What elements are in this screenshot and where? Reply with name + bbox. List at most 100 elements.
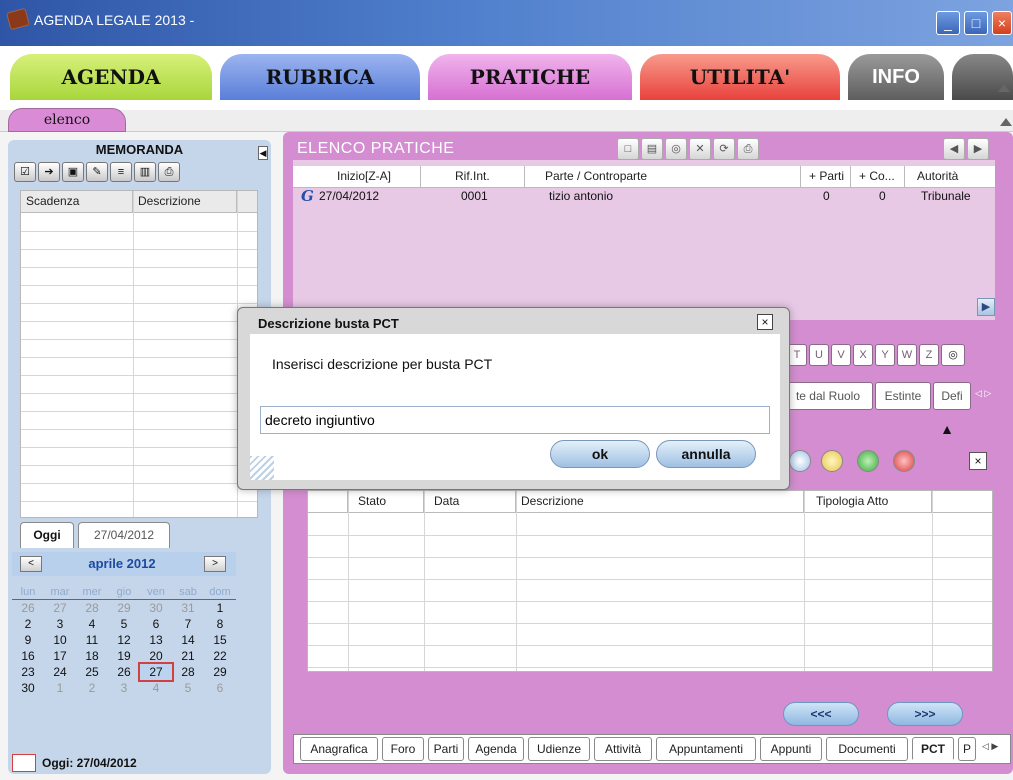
next-month-button[interactable]: >	[204, 556, 226, 572]
minimize-button[interactable]: _	[936, 11, 960, 35]
prev-month-button[interactable]: <	[20, 556, 42, 572]
calendar-day[interactable]: 30	[12, 680, 44, 696]
col-rifint[interactable]: Rif.Int.	[421, 166, 525, 187]
next-arrow-icon[interactable]: ▶	[967, 138, 989, 160]
letter-v[interactable]: V	[831, 344, 851, 366]
folder-icon[interactable]	[821, 450, 843, 472]
tab-date[interactable]: 27/04/2012	[78, 522, 170, 548]
row-autorita[interactable]: Tribunale	[921, 186, 971, 206]
tab-rimosse-dal-ruolo[interactable]: te dal Ruolo	[783, 382, 873, 410]
calendar-day[interactable]: 16	[12, 648, 44, 664]
print-icon[interactable]: ⎙	[737, 138, 759, 160]
calendar-day[interactable]: 5	[108, 616, 140, 632]
calendar-day[interactable]: 2	[12, 616, 44, 632]
tab-elenco[interactable]: elenco	[8, 108, 126, 132]
row-co[interactable]: 0	[879, 186, 886, 206]
edit-icon[interactable]: ✎	[86, 162, 108, 182]
tab-pct[interactable]: PCT	[912, 737, 954, 761]
calendar-day[interactable]: 28	[172, 664, 204, 680]
calendar-day[interactable]: 11	[76, 632, 108, 648]
col-tipologia-atto[interactable]: Tipologia Atto	[804, 491, 932, 512]
calendar-day[interactable]: 17	[44, 648, 76, 664]
arrow-right-icon[interactable]: ➔	[38, 162, 60, 182]
refresh-icon[interactable]: ⟳	[713, 138, 735, 160]
check-icon[interactable]: ☑	[14, 162, 36, 182]
calendar-day[interactable]: 3	[44, 616, 76, 632]
col-autorita[interactable]: Autorità	[905, 166, 995, 187]
print-icon[interactable]: ⎙	[158, 162, 180, 182]
row-rif[interactable]: 0001	[461, 186, 488, 206]
calendar-day[interactable]: 9	[12, 632, 44, 648]
ok-button[interactable]: ok	[550, 440, 650, 468]
calendar-day[interactable]: 13	[140, 632, 172, 648]
calendar-day[interactable]: 6	[140, 616, 172, 632]
letter-x[interactable]: X	[853, 344, 873, 366]
pin-icon[interactable]: ▲	[935, 422, 959, 436]
memoranda-grid[interactable]: Scadenza Descrizione	[20, 190, 258, 518]
calendar-day[interactable]: 14	[172, 632, 204, 648]
tab-estinte[interactable]: Estinte	[875, 382, 931, 410]
tab-utilita[interactable]: UTILITA'	[640, 54, 840, 100]
calendar-day[interactable]: 26	[12, 600, 44, 616]
folder-open-icon[interactable]: ▣	[62, 162, 84, 182]
pct-grid[interactable]: Stato Data Descrizione Tipologia Atto	[307, 490, 993, 672]
tab-appunti[interactable]: Appunti	[760, 737, 822, 761]
tab-foro[interactable]: Foro	[382, 737, 424, 761]
tab-appuntamenti[interactable]: Appuntamenti	[656, 737, 756, 761]
remove-icon[interactable]	[893, 450, 915, 472]
tab-parti[interactable]: Parti	[428, 737, 464, 761]
calendar-day[interactable]: 26	[108, 664, 140, 680]
row-parti[interactable]: 0	[823, 186, 830, 206]
binoculars-search-icon[interactable]: ◎	[941, 344, 965, 366]
close-window-button[interactable]: ×	[992, 11, 1012, 35]
calendar-day[interactable]: 21	[172, 648, 204, 664]
calendar-day[interactable]: 7	[172, 616, 204, 632]
calendar-day[interactable]: 23	[12, 664, 44, 680]
close-section-icon[interactable]: ×	[969, 452, 987, 470]
calendar-day[interactable]: 15	[204, 632, 236, 648]
calendar-day[interactable]: 25	[76, 664, 108, 680]
prev-page-button[interactable]: <<<	[783, 702, 859, 726]
calendar-day[interactable]: 29	[108, 600, 140, 616]
row-date[interactable]: 27/04/2012	[319, 186, 379, 206]
calendar-day[interactable]: 10	[44, 632, 76, 648]
binoculars-icon[interactable]: ◎	[665, 138, 687, 160]
calendar-day[interactable]: 24	[44, 664, 76, 680]
tab-p[interactable]: P	[958, 737, 976, 761]
tab-agenda[interactable]: AGENDA	[10, 54, 212, 100]
letter-w[interactable]: W	[897, 344, 917, 366]
letter-t[interactable]: T	[787, 344, 807, 366]
col-co[interactable]: + Co...	[851, 166, 905, 187]
calendar-day[interactable]: 31	[172, 600, 204, 616]
col-descrizione[interactable]: Descrizione	[133, 191, 237, 212]
tab-udienze[interactable]: Udienze	[528, 737, 590, 761]
calendar-day[interactable]: 19	[108, 648, 140, 664]
calendar-day[interactable]: 27	[44, 600, 76, 616]
calendar-day[interactable]: 22	[204, 648, 236, 664]
calendar-day[interactable]: 5	[172, 680, 204, 696]
col-scadenza[interactable]: Scadenza	[21, 191, 133, 212]
calendar-day[interactable]: 12	[108, 632, 140, 648]
tab-agenda[interactable]: Agenda	[468, 737, 524, 761]
calendar-day[interactable]: 4	[76, 616, 108, 632]
add-icon[interactable]	[857, 450, 879, 472]
letter-z[interactable]: Z	[919, 344, 939, 366]
tab-documenti[interactable]: Documenti	[826, 737, 908, 761]
dialog-close-button[interactable]: ×	[757, 314, 773, 330]
calendar-day[interactable]: 1	[204, 600, 236, 616]
collapse-icon[interactable]	[998, 84, 1010, 92]
prev-arrow-icon[interactable]: ◀	[943, 138, 965, 160]
maximize-button[interactable]: □	[964, 11, 988, 35]
col-parti[interactable]: + Parti	[801, 166, 851, 187]
col-inizio[interactable]: Inizio[Z-A]	[293, 166, 421, 187]
tab-extra[interactable]	[952, 54, 1013, 100]
list-icon[interactable]: ≡	[110, 162, 132, 182]
calendar-day[interactable]: 28	[76, 600, 108, 616]
calendar-day[interactable]: 8	[204, 616, 236, 632]
pratiche-grid[interactable]: Inizio[Z-A] Rif.Int. Parte / Controparte…	[293, 160, 995, 320]
resize-grip-icon[interactable]	[250, 456, 274, 480]
calendar-day[interactable]: 4	[140, 680, 172, 696]
scroll-right-icon[interactable]: ▶	[977, 298, 995, 316]
col-parte[interactable]: Parte / Controparte	[525, 166, 801, 187]
row-parte[interactable]: tizio antonio	[549, 186, 613, 206]
